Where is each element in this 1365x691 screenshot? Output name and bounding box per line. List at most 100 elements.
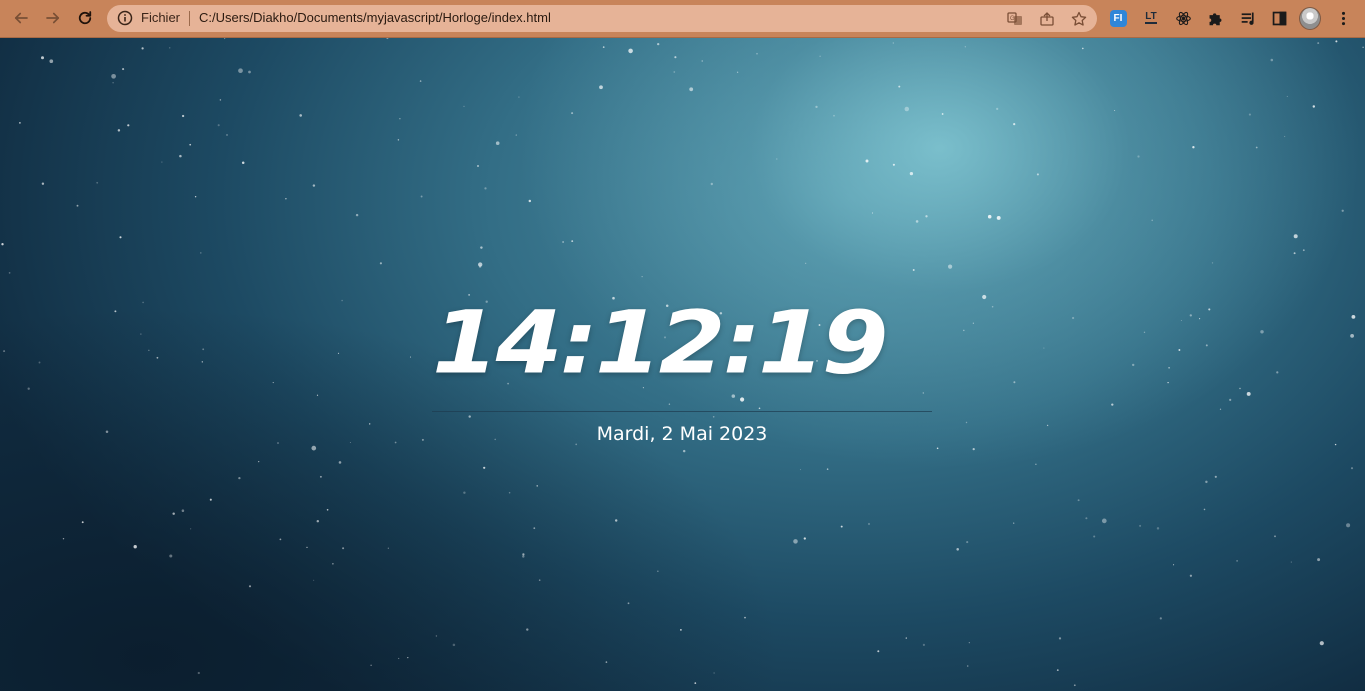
star-particle xyxy=(1085,517,1088,520)
star-particle xyxy=(27,387,30,390)
star-particle xyxy=(965,421,968,424)
arrow-left-icon xyxy=(14,12,28,24)
star-particle xyxy=(1205,480,1208,484)
star-particle xyxy=(495,141,500,145)
star-particle xyxy=(1101,518,1107,524)
star-particle xyxy=(1013,122,1016,126)
star-particle xyxy=(1341,209,1344,212)
star-particle xyxy=(736,71,739,73)
star-particle xyxy=(867,522,871,526)
star-particle xyxy=(1167,381,1169,384)
star-particle xyxy=(1073,684,1076,687)
star-particle xyxy=(1111,403,1114,406)
browser-menu-button[interactable] xyxy=(1332,7,1354,29)
side-panel-button[interactable] xyxy=(1268,7,1290,29)
clock-page: 14:12:19 Mardi, 2 Mai 2023 xyxy=(0,38,1365,691)
star-particle xyxy=(38,361,41,364)
star-particle xyxy=(1346,523,1351,528)
star-particle xyxy=(248,70,251,74)
star-particle xyxy=(1151,219,1153,222)
star-particle xyxy=(571,112,574,115)
star-particle xyxy=(877,650,880,653)
extensions-button[interactable] xyxy=(1204,7,1226,29)
star-particle xyxy=(41,182,45,185)
extension-react-button[interactable] xyxy=(1172,7,1194,29)
star-particle xyxy=(657,570,659,572)
star-particle xyxy=(526,628,529,631)
star-particle xyxy=(840,525,843,528)
star-particle xyxy=(316,519,320,523)
star-particle xyxy=(127,124,130,127)
info-icon[interactable] xyxy=(117,10,133,26)
star-particle xyxy=(972,322,974,324)
star-particle xyxy=(370,664,372,666)
star-particle xyxy=(349,441,351,444)
star-particle xyxy=(141,47,144,50)
star-particle xyxy=(217,124,220,127)
star-particle xyxy=(1131,363,1135,367)
star-particle xyxy=(161,161,163,163)
star-particle xyxy=(148,349,150,351)
star-particle xyxy=(936,447,939,450)
clock-time: 14:12:19 xyxy=(432,292,889,394)
star-particle xyxy=(332,563,334,565)
star-particle xyxy=(338,461,342,464)
url-separator xyxy=(189,11,190,26)
star-particle xyxy=(628,48,633,54)
address-bar[interactable]: Fichier C:/Users/Diakho/Documents/myjava… xyxy=(107,5,1097,32)
star-particle xyxy=(701,60,703,62)
star-particle xyxy=(379,262,382,265)
star-particle xyxy=(387,547,389,549)
star-particle xyxy=(1260,330,1264,334)
star-particle xyxy=(463,491,466,494)
back-button[interactable] xyxy=(8,6,34,30)
translate-button[interactable]: G xyxy=(1005,9,1025,29)
star-particle xyxy=(1056,669,1059,671)
star-particle xyxy=(272,382,274,384)
star-particle xyxy=(119,236,122,239)
forward-button[interactable] xyxy=(40,6,66,30)
share-button[interactable] xyxy=(1037,9,1057,29)
star-particle xyxy=(712,416,715,418)
star-particle xyxy=(133,545,137,549)
star-particle xyxy=(956,548,959,551)
star-particle xyxy=(81,521,84,524)
star-particle xyxy=(1043,347,1045,349)
star-particle xyxy=(1173,564,1175,566)
star-particle xyxy=(963,329,965,332)
star-particle xyxy=(538,579,541,581)
star-particle xyxy=(1246,391,1251,396)
star-particle xyxy=(194,195,197,198)
reload-button[interactable] xyxy=(72,6,98,30)
star-particle xyxy=(508,491,511,494)
star-particle xyxy=(421,438,424,441)
star-particle xyxy=(248,585,252,588)
star-particle xyxy=(311,445,317,451)
star-particle xyxy=(744,616,746,619)
star-particle xyxy=(468,415,471,418)
media-control-button[interactable] xyxy=(1237,7,1259,29)
star-particle xyxy=(996,107,999,111)
star-particle xyxy=(140,333,142,335)
profile-button[interactable] xyxy=(1299,6,1321,30)
star-particle xyxy=(1293,252,1296,255)
star-particle xyxy=(407,656,409,659)
url-text[interactable]: C:/Users/Diakho/Documents/myjavascript/H… xyxy=(199,10,551,25)
star-particle xyxy=(968,642,970,644)
star-particle xyxy=(922,643,926,647)
star-particle xyxy=(277,442,279,444)
star-particle xyxy=(1081,47,1084,50)
extension-lt-button[interactable]: LT xyxy=(1140,7,1162,29)
star-particle xyxy=(562,241,564,243)
star-particle xyxy=(1317,42,1320,45)
star-particle xyxy=(41,56,44,60)
star-particle xyxy=(1035,463,1037,465)
star-particle xyxy=(948,264,953,269)
star-particle xyxy=(515,134,517,136)
star-particle xyxy=(1058,637,1062,640)
extension-fi-button[interactable]: FI xyxy=(1107,7,1129,29)
star-particle xyxy=(756,52,758,55)
star-particle xyxy=(1255,146,1258,149)
bookmark-star-button[interactable] xyxy=(1069,9,1089,29)
star-particle xyxy=(279,538,282,541)
